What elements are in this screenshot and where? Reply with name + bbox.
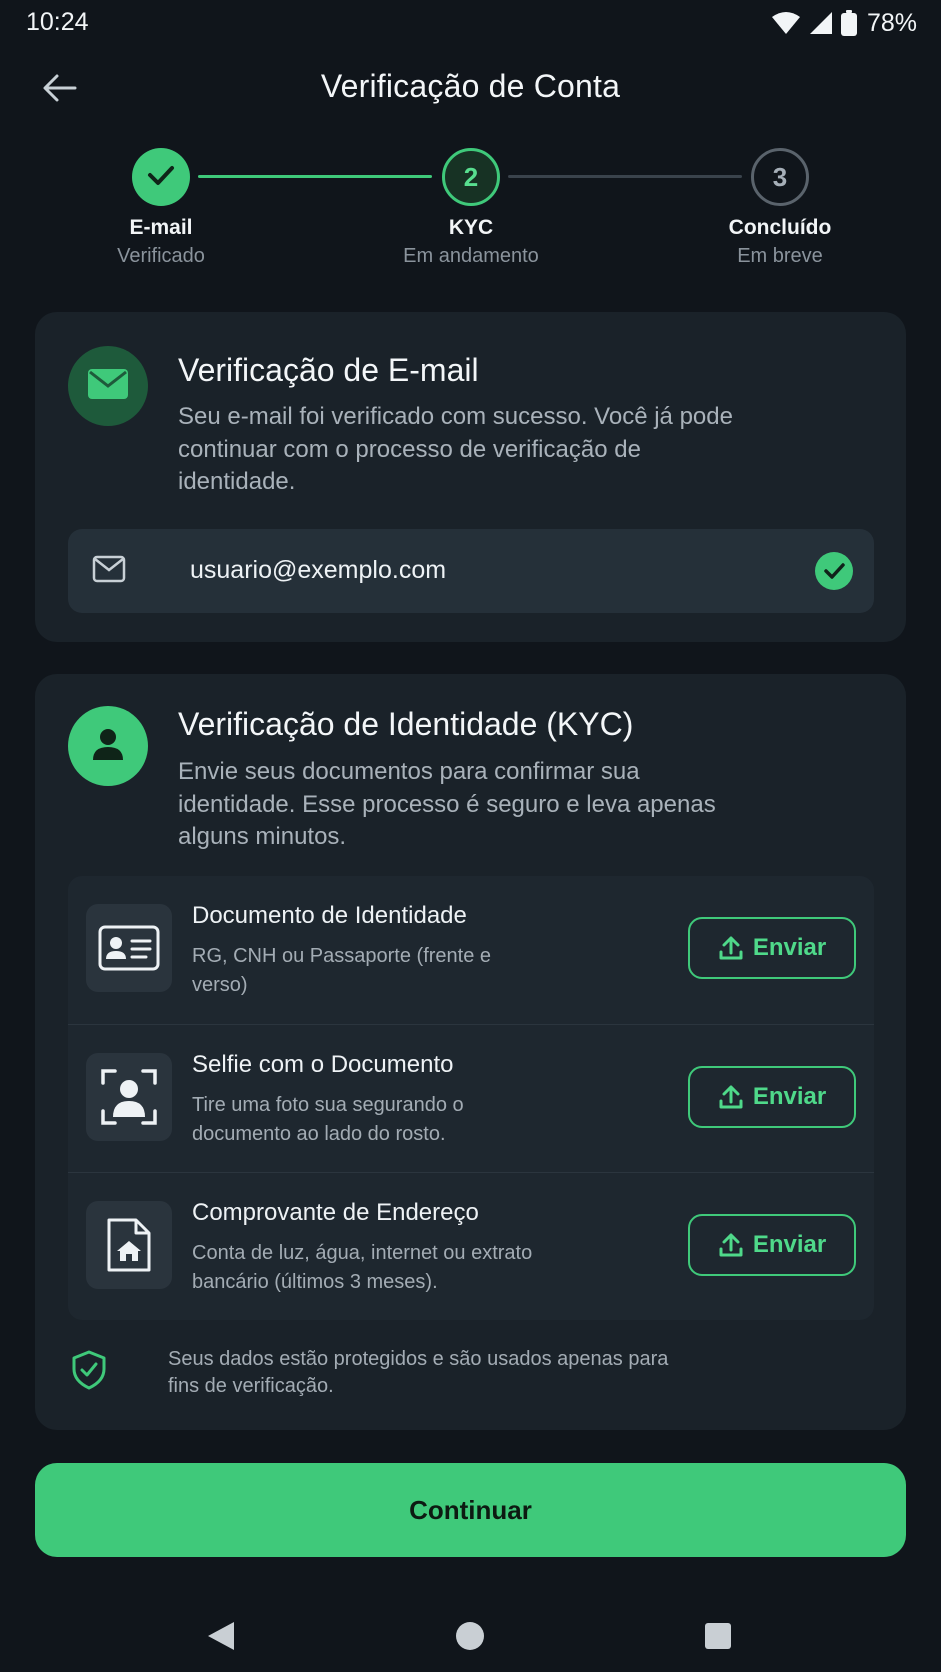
email-card-description: Seu e-mail foi verificado com sucesso. V… <box>178 403 733 495</box>
nav-recents-button[interactable] <box>698 1618 738 1658</box>
triangle-back-icon <box>206 1620 236 1657</box>
status-icons: 78% <box>771 8 917 38</box>
person-icon <box>90 726 126 767</box>
step-kyc-circle: 2 <box>442 148 500 206</box>
verified-email-field: usuario@exemplo.com <box>68 529 874 613</box>
step-status: Em andamento <box>403 245 539 267</box>
id-card-icon <box>86 904 172 992</box>
email-value: usuario@exemplo.com <box>190 556 447 584</box>
nav-back-button[interactable] <box>201 1618 241 1658</box>
step-status: Em breve <box>737 245 823 267</box>
step-label: E-mail <box>129 216 193 239</box>
kyc-card-description: Envie seus documentos para confirmar sua… <box>178 758 716 850</box>
document-item-id: Documento de Identidade RG, CNH ou Passa… <box>68 876 874 1024</box>
kyc-verification-card: Verificação de Identidade (KYC) Envie se… <box>35 674 906 1430</box>
progress-stepper: E-mail Verificado 2 KYC Em andamento 3 C… <box>0 148 941 278</box>
upload-id-button[interactable]: Enviar <box>688 917 856 979</box>
status-bar: 10:24 78% <box>0 0 941 46</box>
document-description: RG, CNH ou Passaporte (frente e verso) <box>192 945 492 996</box>
upload-button-label: Enviar <box>752 1231 827 1258</box>
step-label: KYC <box>448 216 494 239</box>
kyc-card-title: Verificação de Identidade (KYC) <box>178 706 634 742</box>
privacy-text: Seus dados estão protegidos e são usados… <box>168 1348 669 1397</box>
document-title: Documento de Identidade <box>192 902 467 929</box>
battery-icon <box>840 10 857 36</box>
square-recents-icon <box>704 1622 732 1655</box>
system-nav-bar <box>0 1590 941 1672</box>
document-title: Selfie com o Documento <box>192 1051 454 1078</box>
upload-icon <box>718 1232 744 1258</box>
step-email: E-mail Verificado <box>61 148 261 268</box>
check-icon <box>147 162 175 193</box>
email-verification-card: Verificação de E-mail Seu e-mail foi ver… <box>35 312 906 642</box>
status-time: 10:24 <box>26 8 89 36</box>
circle-home-icon <box>455 1621 485 1656</box>
verified-check-icon <box>814 551 854 596</box>
upload-button-label: Enviar <box>752 934 827 961</box>
document-item-selfie: Selfie com o Documento Tire uma foto sua… <box>68 1024 874 1172</box>
upload-selfie-button[interactable]: Enviar <box>688 1066 856 1128</box>
continue-button[interactable]: Continuar <box>35 1463 906 1557</box>
step-complete: 3 Concluído Em breve <box>680 148 880 268</box>
wifi-icon <box>771 11 801 35</box>
battery-percent: 78% <box>866 8 917 37</box>
envelope-badge <box>68 346 148 426</box>
page-title: Verificação de Conta <box>320 68 621 104</box>
step-label: Concluído <box>728 216 832 239</box>
document-description: Conta de luz, água, internet ou extrato … <box>192 1242 533 1293</box>
step-complete-circle: 3 <box>751 148 809 206</box>
document-description: Tire uma foto sua segurando o documento … <box>192 1094 464 1145</box>
shield-check-icon <box>71 1350 107 1395</box>
step-kyc: 2 KYC Em andamento <box>371 148 571 268</box>
mail-outline-icon <box>92 555 126 588</box>
nav-home-button[interactable] <box>450 1618 490 1658</box>
document-item-address: Comprovante de Endereço Conta de luz, ág… <box>68 1172 874 1320</box>
signal-icon <box>809 11 833 35</box>
document-list: Documento de Identidade RG, CNH ou Passa… <box>68 876 874 1320</box>
envelope-icon <box>88 368 128 404</box>
upload-address-button[interactable]: Enviar <box>688 1214 856 1276</box>
selfie-frame-icon <box>86 1053 172 1141</box>
email-card-title: Verificação de E-mail <box>178 352 479 388</box>
upload-button-label: Enviar <box>752 1083 827 1110</box>
upload-icon <box>718 1084 744 1110</box>
person-badge <box>68 706 148 786</box>
upload-icon <box>718 935 744 961</box>
step-email-circle <box>132 148 190 206</box>
house-document-icon <box>86 1201 172 1289</box>
document-title: Comprovante de Endereço <box>192 1199 479 1226</box>
step-status: Verificado <box>117 245 205 267</box>
